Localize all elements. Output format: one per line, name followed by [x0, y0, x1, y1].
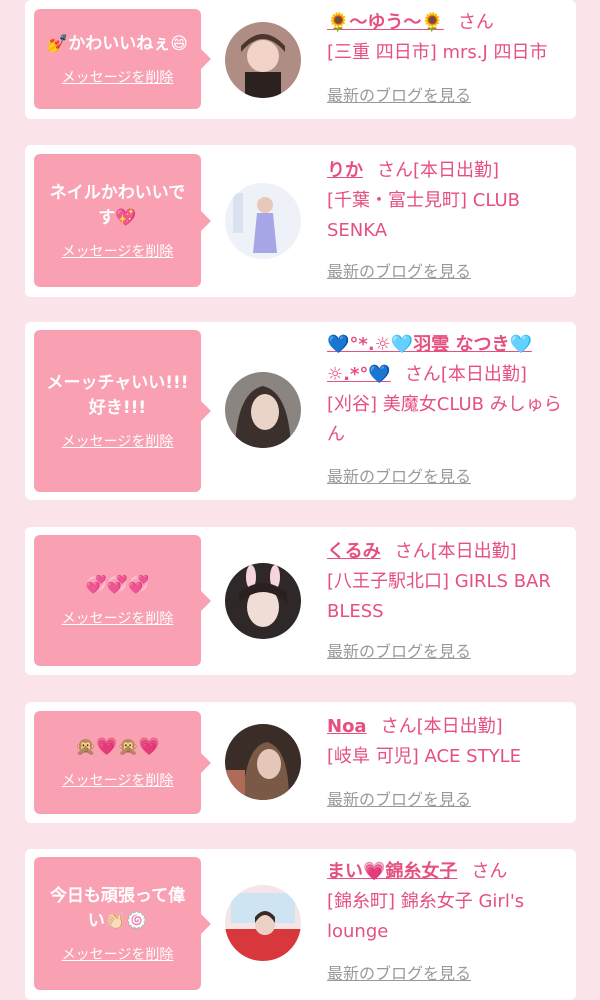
- latest-blog-link[interactable]: 最新のブログを見る: [327, 641, 471, 663]
- message-bubble: ネイルかわいいです💖 メッセージを削除: [34, 154, 211, 287]
- message-bubble: 💅かわいいねぇ😄 メッセージを削除: [34, 9, 211, 109]
- avatar[interactable]: [225, 183, 301, 259]
- sender-info: 🌻〜ゆう〜🌻 さん [三重 四日市] mrs.J 四日市: [327, 8, 572, 68]
- status-badge: [本日出勤]: [430, 541, 517, 562]
- message-bubble: 🙊💗🙊💗 メッセージを削除: [34, 711, 211, 814]
- message-text: ネイルかわいいです💖: [49, 182, 186, 228]
- avatar[interactable]: [225, 22, 301, 98]
- avatar-photo: [225, 885, 301, 961]
- honorific: さん: [471, 861, 508, 882]
- latest-blog-link[interactable]: 最新のブログを見る: [327, 466, 471, 488]
- sender-name-link[interactable]: 🌻〜ゆう〜🌻: [327, 12, 444, 33]
- sender-info: くるみ さん[本日出勤] [八王子駅北口] GIRLS BAR BLESS: [327, 537, 572, 627]
- status-badge: [本日出勤]: [413, 160, 500, 181]
- message-text: 💞💞💞: [85, 575, 150, 595]
- sender-info: りか さん[本日出勤] [千葉・富士見町] CLUB SENKA: [327, 156, 572, 246]
- message-bubble: 💞💞💞 メッセージを削除: [34, 535, 211, 666]
- shop-label: [錦糸町] 錦糸女子 Girl's lounge: [327, 891, 525, 942]
- avatar[interactable]: [225, 563, 301, 639]
- sender-name-link[interactable]: まい💗錦糸女子: [327, 861, 457, 882]
- avatar-photo: [225, 724, 301, 800]
- message-card: ネイルかわいいです💖 メッセージを削除 りか さん[本日出勤] [千葉・富士見町]…: [25, 145, 576, 297]
- message-list: 💅かわいいねぇ😄 メッセージを削除 🌻〜ゆう〜🌻 さん [三重 四日市] mrs.…: [0, 0, 600, 1000]
- message-text: 🙊💗🙊💗: [75, 737, 160, 757]
- avatar-photo: [225, 22, 301, 98]
- avatar-photo: [225, 563, 301, 639]
- message-bubble: メーッチャいい!!!好き!!! メッセージを削除: [34, 330, 211, 492]
- avatar[interactable]: [225, 724, 301, 800]
- delete-message-link[interactable]: メッセージを削除: [62, 772, 174, 790]
- shop-label: [八王子駅北口] GIRLS BAR BLESS: [327, 571, 551, 622]
- message-card: 🙊💗🙊💗 メッセージを削除 Noa さん[本日出勤] [岐阜 可児] ACE ST…: [25, 702, 576, 823]
- delete-message-link[interactable]: メッセージを削除: [62, 243, 174, 261]
- sender-name-link[interactable]: くるみ: [327, 541, 381, 562]
- message-card: 今日も頑張って偉い👏🏻🍥 メッセージを削除 まい💗錦糸女子 さん [錦糸町] 錦糸…: [25, 849, 576, 1000]
- sender-info: まい💗錦糸女子 さん [錦糸町] 錦糸女子 Girl's lounge: [327, 857, 572, 947]
- honorific: さん: [457, 12, 494, 33]
- delete-message-link[interactable]: メッセージを削除: [62, 610, 174, 628]
- latest-blog-link[interactable]: 最新のブログを見る: [327, 85, 471, 107]
- sender-info: 💙°*.☼🩵羽雲 なつき🩵☼.*°💙 さん[本日出勤] [刈谷] 美魔女CLUB …: [327, 330, 572, 450]
- latest-blog-link[interactable]: 最新のブログを見る: [327, 261, 471, 283]
- shop-label: [三重 四日市] mrs.J 四日市: [327, 42, 548, 63]
- message-card: 💅かわいいねぇ😄 メッセージを削除 🌻〜ゆう〜🌻 さん [三重 四日市] mrs.…: [25, 0, 576, 119]
- avatar[interactable]: [225, 885, 301, 961]
- shop-label: [千葉・富士見町] CLUB SENKA: [327, 190, 520, 241]
- honorific: さん: [380, 716, 417, 737]
- avatar[interactable]: [225, 372, 301, 448]
- delete-message-link[interactable]: メッセージを削除: [62, 433, 174, 451]
- message-card: 💞💞💞 メッセージを削除 くるみ さん[本日出勤] [八王子駅北口] GIRLS …: [25, 527, 576, 675]
- sender-name-link[interactable]: りか: [327, 160, 363, 181]
- honorific: さん: [377, 160, 413, 181]
- honorific: さん: [404, 364, 441, 385]
- message-bubble: 今日も頑張って偉い👏🏻🍥 メッセージを削除: [34, 857, 211, 990]
- status-badge: [本日出勤]: [440, 364, 527, 385]
- latest-blog-link[interactable]: 最新のブログを見る: [327, 789, 471, 811]
- message-card: メーッチャいい!!!好き!!! メッセージを削除 💙°*.☼🩵羽雲 なつき🩵☼.…: [25, 322, 576, 500]
- honorific: さん: [394, 541, 431, 562]
- message-text: 💅かわいいねぇ😄: [47, 33, 188, 54]
- sender-info: Noa さん[本日出勤] [岐阜 可児] ACE STYLE: [327, 712, 572, 772]
- status-badge: [本日出勤]: [416, 716, 503, 737]
- delete-message-link[interactable]: メッセージを削除: [62, 69, 174, 87]
- delete-message-link[interactable]: メッセージを削除: [62, 946, 174, 964]
- message-text: 今日も頑張って偉い👏🏻🍥: [49, 885, 186, 931]
- latest-blog-link[interactable]: 最新のブログを見る: [327, 963, 471, 985]
- message-text: メーッチャいい!!!好き!!!: [46, 373, 189, 418]
- sender-name-link[interactable]: Noa: [327, 716, 367, 737]
- avatar-photo: [225, 183, 301, 259]
- shop-label: [刈谷] 美魔女CLUB みしゅらん: [327, 394, 562, 445]
- shop-label: [岐阜 可児] ACE STYLE: [327, 746, 521, 767]
- avatar-photo: [225, 372, 301, 448]
